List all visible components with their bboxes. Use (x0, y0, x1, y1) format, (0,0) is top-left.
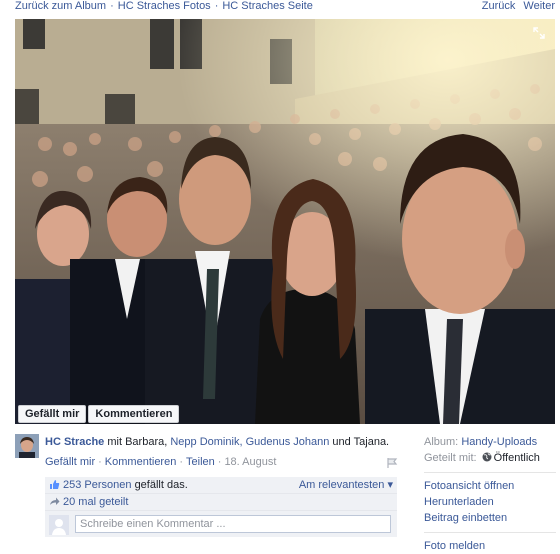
author-avatar[interactable] (15, 434, 39, 458)
default-avatar-icon (49, 515, 69, 535)
report-photo-link[interactable]: Foto melden (424, 538, 556, 554)
share-icon (50, 497, 60, 505)
comment-sort-dropdown[interactable]: Am relevantesten ▾ (299, 477, 393, 493)
share-link[interactable]: Teilen (186, 456, 215, 468)
photo-sidebar: Album: Handy-Uploads Geteilt mit: Öffent… (424, 434, 556, 554)
tagged-person-2[interactable]: Nepp Dominik, (170, 436, 242, 448)
feedback-box: 253 Personen gefällt das. Am relevantest… (45, 477, 397, 537)
separator: · (217, 456, 222, 468)
like-link[interactable]: Gefällt mir (45, 456, 95, 468)
avatar-image (15, 434, 39, 458)
separator: · (179, 456, 184, 468)
separator: · (214, 0, 219, 12)
tagged-person-4: Tajana. (353, 436, 390, 448)
album-label: Album: (424, 436, 459, 448)
expand-icon[interactable] (533, 27, 545, 39)
likes-row: 253 Personen gefällt das. Am relevantest… (45, 477, 397, 494)
comment-link[interactable]: Kommentieren (105, 456, 177, 468)
separator: · (110, 0, 114, 12)
separator: · (98, 456, 102, 468)
comment-input[interactable] (75, 515, 391, 533)
open-photo-viewer-link[interactable]: Fotoansicht öffnen (424, 478, 556, 494)
photo-navigation-bar: Zurück zum Album · HC Straches Fotos · HC St… (0, 0, 560, 14)
shared-with-label: Geteilt mit: (424, 452, 477, 464)
back-to-album-link[interactable]: Zurück zum Album (15, 0, 106, 12)
likes-count-link[interactable]: 253 Personen (63, 479, 132, 491)
globe-icon (482, 452, 492, 462)
next-photo-link[interactable]: Weiter (523, 0, 555, 12)
author-name-link[interactable]: HC Strache (45, 436, 104, 448)
embed-post-link[interactable]: Beitrag einbetten (424, 510, 556, 526)
flag-icon[interactable] (386, 457, 398, 469)
audience-value[interactable]: Öffentlich (494, 452, 540, 464)
post-date[interactable]: 18. August (224, 456, 276, 468)
post-actions-line: Gefällt mir · Kommentieren · Teilen · 18. Augu… (45, 456, 415, 468)
tagged-person-3[interactable]: Gudenus Johann (246, 436, 330, 448)
comment-composer (45, 511, 397, 537)
main-photo[interactable] (15, 19, 555, 424)
download-link[interactable]: Herunterladen (424, 494, 556, 510)
post-headline: HC Strache mit Barbara, Nepp Dominik, Gu… (45, 436, 415, 448)
and-text: und (332, 436, 351, 448)
previous-photo-link[interactable]: Zurück (482, 0, 516, 12)
shares-row: 20 mal geteilt (45, 494, 397, 511)
page-link[interactable]: HC Straches Seite (222, 0, 312, 12)
user-avatar (49, 515, 69, 535)
thumbs-up-icon (50, 480, 60, 489)
divider (424, 532, 556, 533)
photo-comment-button[interactable]: Kommentieren (88, 405, 180, 423)
divider (424, 472, 556, 473)
photos-link[interactable]: HC Straches Fotos (118, 0, 211, 12)
album-row: Album: Handy-Uploads (424, 434, 556, 450)
photo-action-buttons: Gefällt mir Kommentieren (18, 405, 180, 423)
tagged-person-1: Barbara, (125, 436, 168, 448)
album-breadcrumb: Zurück zum Album · HC Straches Fotos · HC St… (15, 0, 313, 12)
shares-count-link[interactable]: 20 mal geteilt (63, 496, 128, 508)
photo-image (15, 19, 555, 424)
photo-pager: Zurück Weiter (482, 0, 555, 12)
photo-like-button[interactable]: Gefällt mir (18, 405, 87, 423)
with-text: mit (107, 436, 123, 448)
album-link[interactable]: Handy-Uploads (461, 436, 537, 448)
audience-row: Geteilt mit: Öffentlich (424, 450, 556, 466)
likes-suffix: gefällt das. (134, 479, 188, 491)
